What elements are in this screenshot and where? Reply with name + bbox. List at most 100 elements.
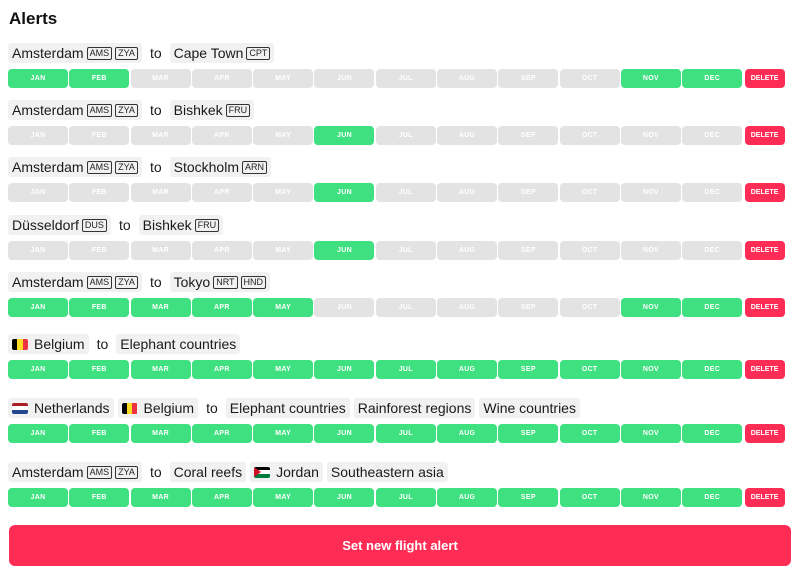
month-toggle-dec[interactable]: DEC	[682, 360, 743, 379]
month-toggle-sep[interactable]: SEP	[498, 424, 559, 443]
month-toggle-jan[interactable]: JAN	[8, 126, 68, 145]
delete-button[interactable]: DELETE	[744, 424, 785, 443]
month-toggle-jul[interactable]: JUL	[375, 69, 436, 88]
month-toggle-jan[interactable]: JAN	[8, 488, 68, 507]
month-toggle-sep[interactable]: SEP	[498, 360, 559, 379]
month-toggle-may[interactable]: MAY	[253, 241, 314, 260]
month-toggle-dec[interactable]: DEC	[682, 298, 743, 317]
month-toggle-mar[interactable]: MAR	[130, 298, 191, 317]
month-toggle-dec[interactable]: DEC	[682, 488, 743, 507]
month-toggle-jan[interactable]: JAN	[8, 360, 68, 379]
month-toggle-nov[interactable]: NOV	[620, 360, 681, 379]
month-toggle-apr[interactable]: APR	[191, 183, 252, 202]
month-toggle-feb[interactable]: FEB	[69, 488, 130, 507]
month-toggle-aug[interactable]: AUG	[437, 126, 498, 145]
month-toggle-oct[interactable]: OCT	[559, 183, 620, 202]
delete-button[interactable]: DELETE	[744, 241, 785, 260]
month-toggle-nov[interactable]: NOV	[620, 241, 681, 260]
month-toggle-jul[interactable]: JUL	[375, 298, 436, 317]
month-toggle-may[interactable]: MAY	[253, 424, 314, 443]
month-toggle-feb[interactable]: FEB	[69, 183, 130, 202]
month-toggle-jan[interactable]: JAN	[8, 298, 68, 317]
month-toggle-may[interactable]: MAY	[253, 126, 314, 145]
month-toggle-apr[interactable]: APR	[191, 360, 252, 379]
month-toggle-dec[interactable]: DEC	[682, 126, 743, 145]
month-toggle-feb[interactable]: FEB	[69, 126, 130, 145]
month-toggle-mar[interactable]: MAR	[130, 488, 191, 507]
month-toggle-aug[interactable]: AUG	[437, 241, 498, 260]
month-toggle-nov[interactable]: NOV	[620, 298, 681, 317]
month-toggle-nov[interactable]: NOV	[620, 183, 681, 202]
month-toggle-jun[interactable]: JUN	[314, 126, 375, 145]
month-toggle-sep[interactable]: SEP	[498, 183, 559, 202]
month-toggle-jul[interactable]: JUL	[375, 424, 436, 443]
month-toggle-dec[interactable]: DEC	[682, 183, 743, 202]
month-toggle-sep[interactable]: SEP	[498, 241, 559, 260]
month-toggle-mar[interactable]: MAR	[130, 183, 191, 202]
month-toggle-aug[interactable]: AUG	[437, 69, 498, 88]
month-toggle-sep[interactable]: SEP	[498, 126, 559, 145]
month-toggle-jan[interactable]: JAN	[8, 183, 68, 202]
month-toggle-mar[interactable]: MAR	[130, 241, 191, 260]
month-toggle-jul[interactable]: JUL	[375, 488, 436, 507]
month-toggle-jul[interactable]: JUL	[375, 360, 436, 379]
month-toggle-jan[interactable]: JAN	[8, 424, 68, 443]
month-toggle-jun[interactable]: JUN	[314, 183, 375, 202]
month-toggle-jun[interactable]: JUN	[314, 298, 375, 317]
month-toggle-jun[interactable]: JUN	[314, 424, 375, 443]
month-toggle-feb[interactable]: FEB	[69, 298, 130, 317]
month-toggle-jul[interactable]: JUL	[375, 183, 436, 202]
month-toggle-mar[interactable]: MAR	[130, 69, 191, 88]
month-toggle-jun[interactable]: JUN	[314, 69, 375, 88]
month-toggle-aug[interactable]: AUG	[437, 488, 498, 507]
delete-button[interactable]: DELETE	[744, 126, 785, 145]
month-toggle-aug[interactable]: AUG	[437, 360, 498, 379]
month-toggle-may[interactable]: MAY	[253, 69, 314, 88]
month-toggle-nov[interactable]: NOV	[620, 126, 681, 145]
month-toggle-may[interactable]: MAY	[253, 298, 314, 317]
delete-button[interactable]: DELETE	[744, 69, 785, 88]
month-toggle-sep[interactable]: SEP	[498, 488, 559, 507]
month-toggle-oct[interactable]: OCT	[559, 488, 620, 507]
month-toggle-jul[interactable]: JUL	[375, 241, 436, 260]
month-toggle-aug[interactable]: AUG	[437, 298, 498, 317]
month-toggle-dec[interactable]: DEC	[682, 69, 743, 88]
month-toggle-oct[interactable]: OCT	[559, 69, 620, 88]
month-toggle-apr[interactable]: APR	[191, 69, 252, 88]
month-toggle-oct[interactable]: OCT	[559, 126, 620, 145]
month-toggle-may[interactable]: MAY	[253, 360, 314, 379]
month-toggle-jun[interactable]: JUN	[314, 241, 375, 260]
month-toggle-may[interactable]: MAY	[253, 183, 314, 202]
delete-button[interactable]: DELETE	[744, 488, 785, 507]
month-toggle-sep[interactable]: SEP	[498, 298, 559, 317]
month-toggle-apr[interactable]: APR	[191, 298, 252, 317]
month-toggle-mar[interactable]: MAR	[130, 126, 191, 145]
delete-button[interactable]: DELETE	[744, 183, 785, 202]
month-toggle-nov[interactable]: NOV	[620, 424, 681, 443]
month-toggle-dec[interactable]: DEC	[682, 424, 743, 443]
month-toggle-oct[interactable]: OCT	[559, 424, 620, 443]
month-toggle-aug[interactable]: AUG	[437, 183, 498, 202]
month-toggle-apr[interactable]: APR	[191, 241, 252, 260]
month-toggle-sep[interactable]: SEP	[498, 69, 559, 88]
month-toggle-jan[interactable]: JAN	[8, 241, 68, 260]
month-toggle-mar[interactable]: MAR	[130, 424, 191, 443]
month-toggle-apr[interactable]: APR	[191, 126, 252, 145]
month-toggle-jun[interactable]: JUN	[314, 360, 375, 379]
month-toggle-feb[interactable]: FEB	[69, 424, 130, 443]
month-toggle-aug[interactable]: AUG	[437, 424, 498, 443]
month-toggle-nov[interactable]: NOV	[620, 69, 681, 88]
month-toggle-may[interactable]: MAY	[253, 488, 314, 507]
month-toggle-mar[interactable]: MAR	[130, 360, 191, 379]
month-toggle-jun[interactable]: JUN	[314, 488, 375, 507]
month-toggle-dec[interactable]: DEC	[682, 241, 743, 260]
month-toggle-oct[interactable]: OCT	[559, 360, 620, 379]
month-toggle-apr[interactable]: APR	[191, 424, 252, 443]
delete-button[interactable]: DELETE	[744, 298, 785, 317]
month-toggle-nov[interactable]: NOV	[620, 488, 681, 507]
month-toggle-oct[interactable]: OCT	[559, 298, 620, 317]
month-toggle-jan[interactable]: JAN	[8, 69, 68, 88]
month-toggle-feb[interactable]: FEB	[69, 241, 130, 260]
month-toggle-apr[interactable]: APR	[191, 488, 252, 507]
set-new-flight-alert-button[interactable]: Set new flight alert	[9, 525, 791, 566]
